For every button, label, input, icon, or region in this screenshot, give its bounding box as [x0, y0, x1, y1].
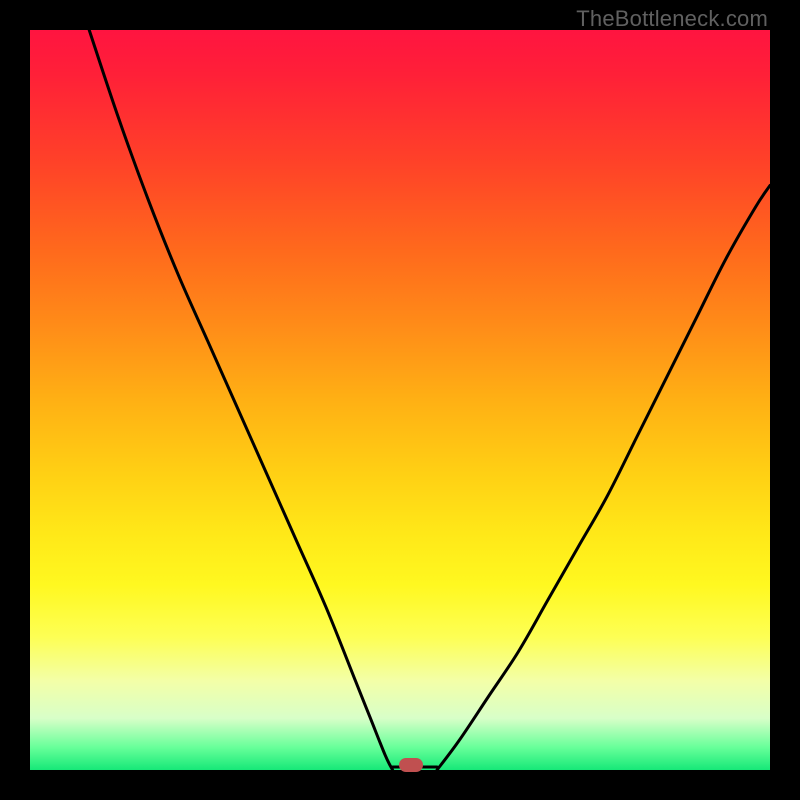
watermark-text: TheBottleneck.com	[576, 6, 768, 32]
curve-left-branch	[89, 30, 392, 770]
plot-area	[30, 30, 770, 770]
curve-right-branch	[437, 185, 770, 770]
result-marker	[399, 758, 423, 772]
chart-frame: TheBottleneck.com	[0, 0, 800, 800]
curve-svg	[30, 30, 770, 770]
